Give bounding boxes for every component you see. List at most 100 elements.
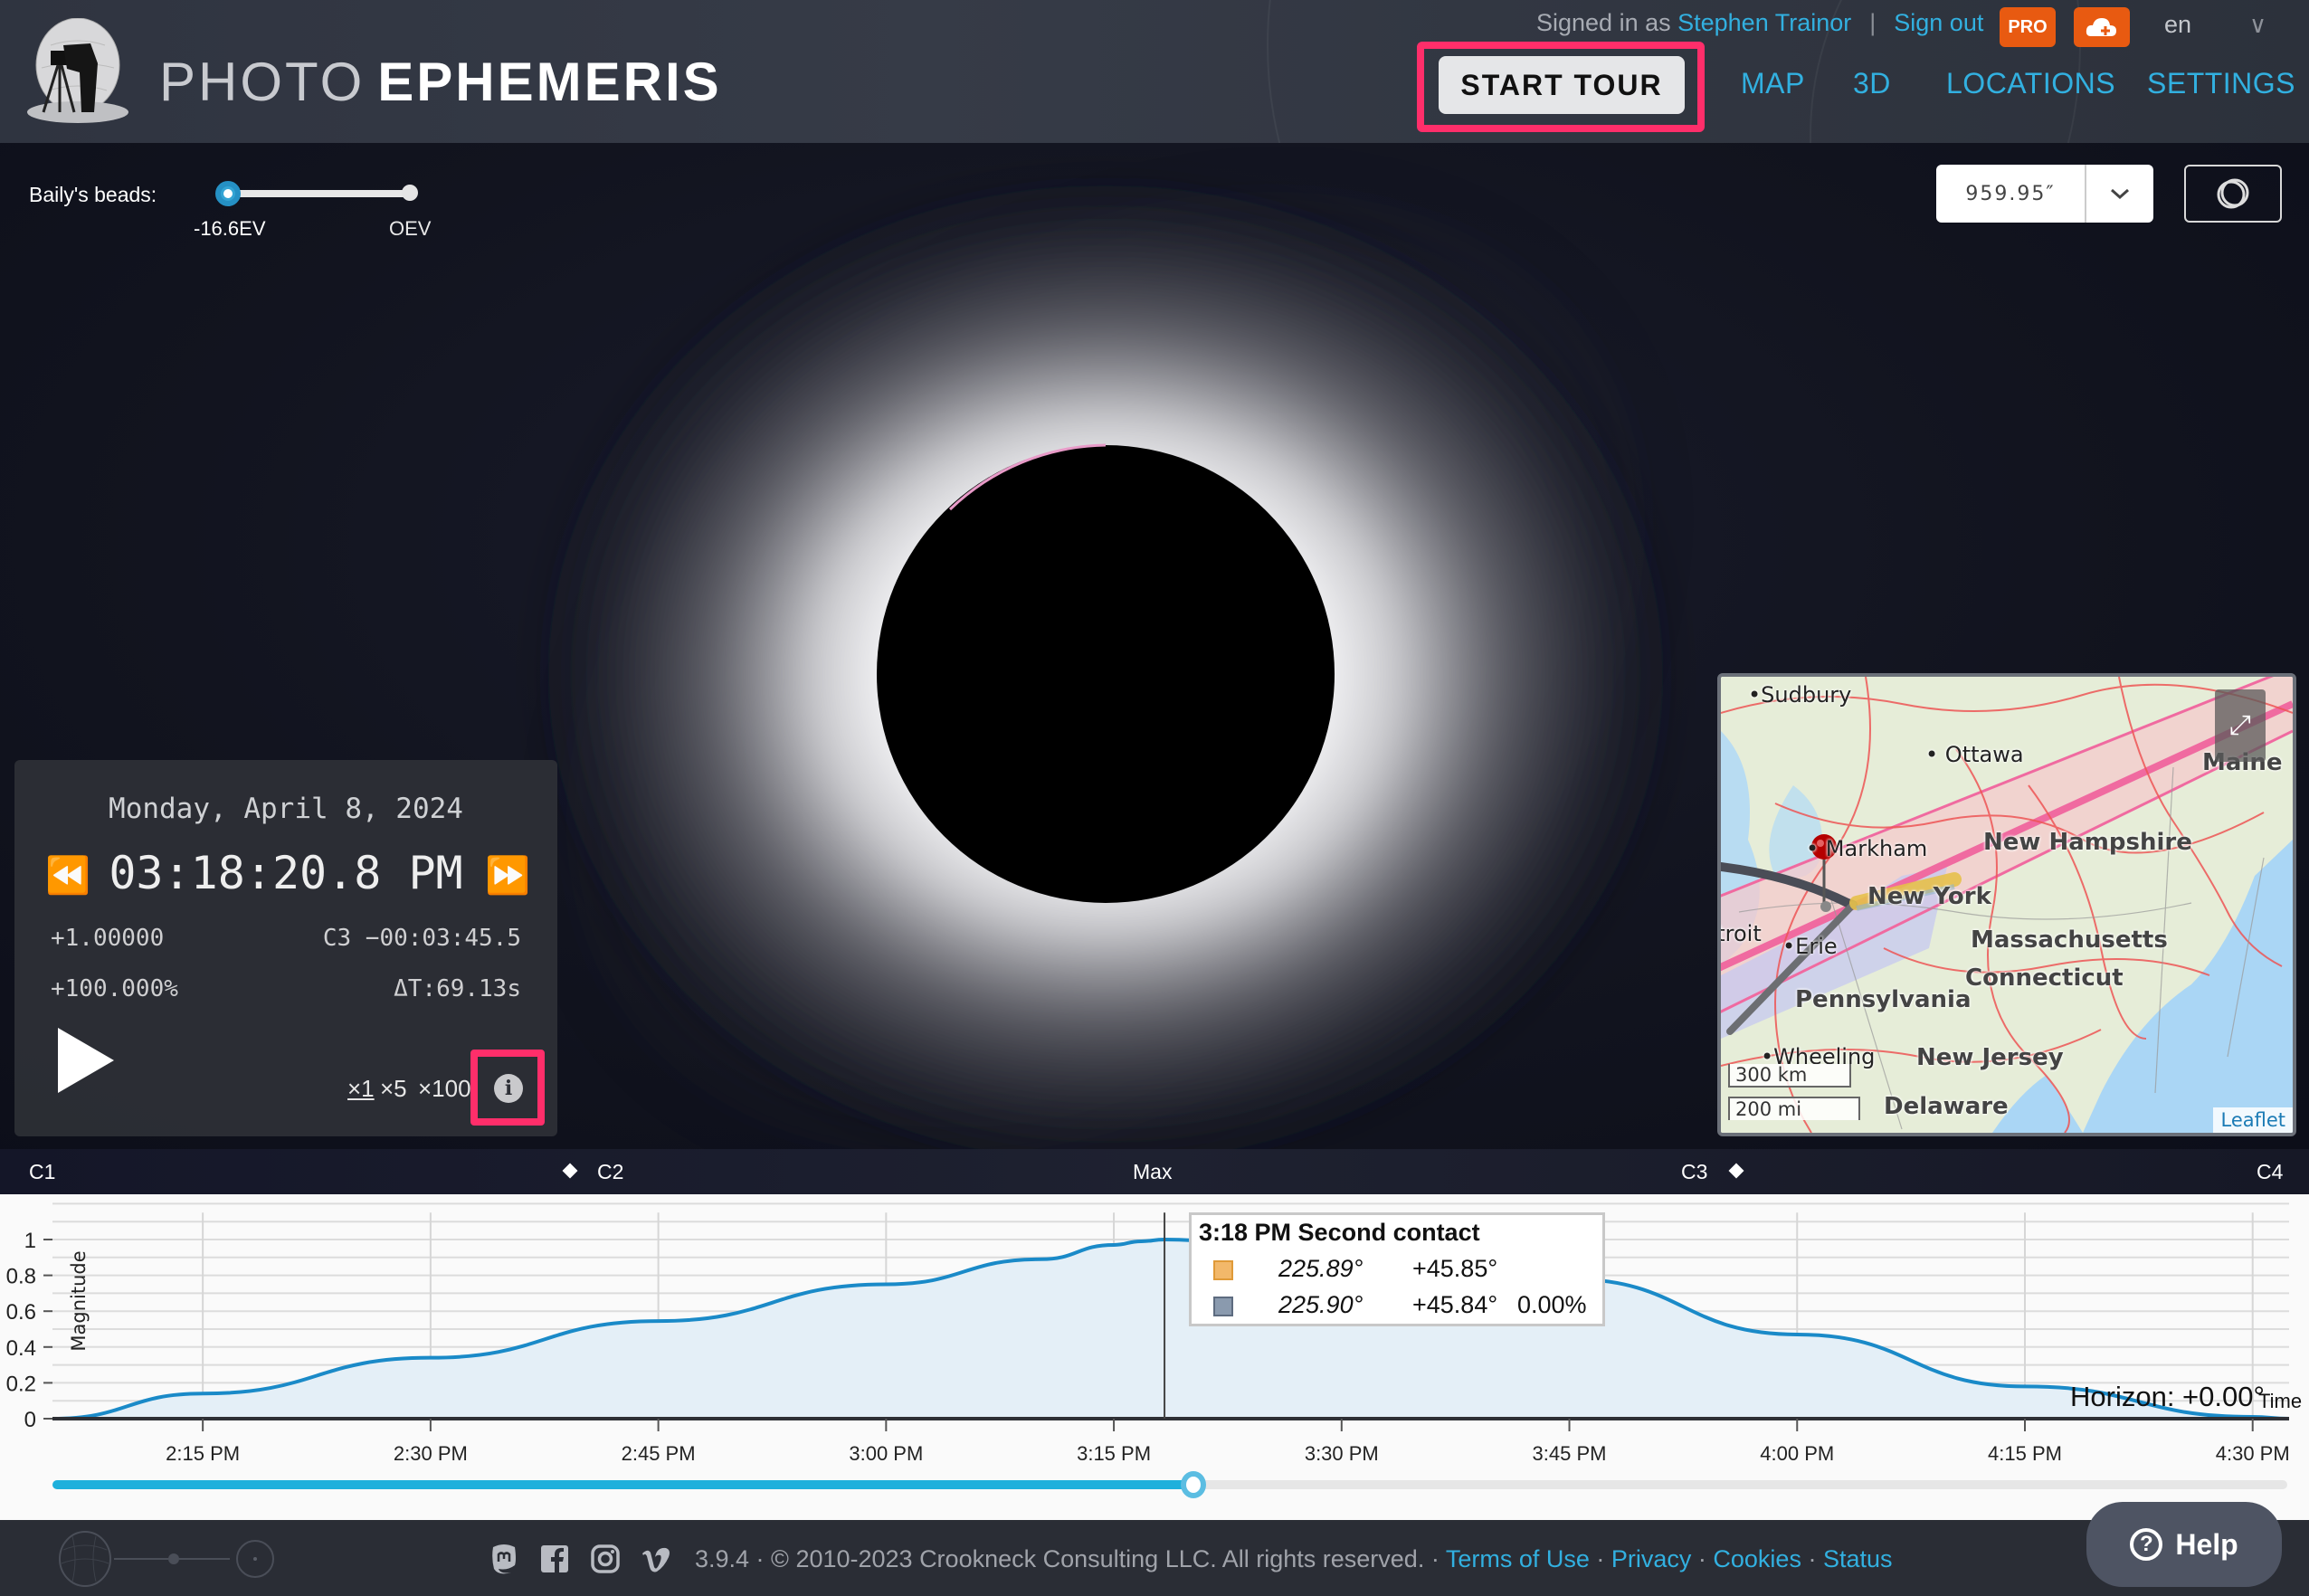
nav-map[interactable]: MAP (1741, 67, 1805, 100)
contact-max[interactable]: Max (1133, 1160, 1172, 1184)
bailys-beads-min-label: -16.6EV (194, 217, 266, 240)
x-tick-label: 3:45 PM (1533, 1442, 1607, 1465)
time-display[interactable]: 03:18:20.8 PM (14, 847, 557, 899)
moon-swatch (1213, 1297, 1233, 1316)
cookies-link[interactable]: Cookies (1713, 1545, 1801, 1572)
y-tick-label: 0.6 (6, 1300, 36, 1325)
start-tour-button[interactable]: START TOUR (1439, 56, 1685, 114)
signed-in-label: Signed in as (1536, 9, 1671, 36)
expand-icon[interactable]: ⤢ (2215, 689, 2266, 762)
nav-locations[interactable]: LOCATIONS (1946, 67, 2115, 100)
cloud-sync-button[interactable] (2074, 7, 2130, 47)
sun-altitude: +45.85° (1412, 1255, 1498, 1282)
y-tick-label: 0.8 (6, 1265, 36, 1289)
sun-azimuth: 225.89° (1278, 1255, 1364, 1282)
contact-c4[interactable]: C4 (2257, 1160, 2283, 1184)
bailys-beads-max-label: OEV (389, 217, 432, 240)
footer-text: 3.9.4 · © 2010-2023 Crookneck Consulting… (695, 1545, 1893, 1572)
timeline-slider-handle[interactable] (1180, 1471, 1206, 1498)
nav-3d[interactable]: 3D (1853, 67, 1891, 100)
time-panel: Monday, April 8, 2024 ⏪ 03:18:20.8 PM ⏩ … (14, 760, 557, 1136)
instagram-icon[interactable] (590, 1544, 621, 1574)
bailys-beads-slider-end (402, 185, 418, 201)
x-tick-label: 4:00 PM (1760, 1442, 1834, 1465)
user-status: Signed in as Stephen Trainor | Sign out (1536, 9, 1983, 37)
tooltip-title: 3:18 PM Second contact (1199, 1219, 1480, 1246)
info-icon[interactable]: i (494, 1074, 523, 1103)
speed-x5[interactable]: ×5 (380, 1075, 407, 1103)
y-tick-label: 0.4 (6, 1336, 36, 1361)
contacts-bar: C1 C2 Max C3 C4 (0, 1149, 2309, 1194)
moon-altitude: +45.84° (1412, 1291, 1498, 1318)
speed-x1[interactable]: ×1 (347, 1075, 375, 1103)
mini-map[interactable]: •Sudbury • Ottawa • Markham •Erie •Wheel… (1717, 673, 2296, 1136)
chart-tooltip: 3:18 PM Second contact 225.89° +45.85° 2… (1189, 1212, 1605, 1326)
magnitude-value: +1.00000 (51, 925, 165, 952)
vimeo-icon[interactable] (641, 1544, 671, 1574)
logo-light-text: PHOTO (159, 52, 366, 112)
map-city-erie: •Erie (1782, 934, 1838, 959)
help-button[interactable]: ? Help (2086, 1502, 2282, 1587)
map-label-new-york: New York (1867, 883, 1991, 910)
separator: | (1869, 9, 1877, 36)
map-label-new-hampshire: New Hampshire (1983, 829, 2192, 856)
x-tick-label: 2:15 PM (166, 1442, 240, 1465)
speed-x100[interactable]: ×100 (418, 1075, 471, 1103)
mastodon-icon[interactable] (489, 1544, 519, 1574)
magnitude-chart[interactable]: 0 0.2 0.4 0.6 0.8 1 2:15 PM 2:30 PM 2:45 PM 3:00… (0, 1194, 2309, 1520)
leaflet-attribution-link[interactable]: Leaflet (2213, 1107, 2293, 1133)
map-label-pennsylvania: Pennsylvania (1795, 986, 1972, 1013)
language-select[interactable]: en (2164, 11, 2191, 39)
chevron-down-icon[interactable] (2086, 165, 2153, 223)
contact-countdown: C3 −00:03:45.5 (322, 925, 521, 952)
privacy-link[interactable]: Privacy (1611, 1545, 1692, 1572)
cloud-plus-icon (2086, 18, 2116, 36)
horizon-annotation: Horizon: +0.00° (2070, 1381, 2265, 1412)
x-tick-label: 2:45 PM (622, 1442, 696, 1465)
y-axis-label: Magnitude (68, 1250, 90, 1351)
help-label: Help (2175, 1527, 2238, 1561)
scale-km: 300 km (1728, 1064, 1851, 1088)
x-axis-ticks: 2:15 PM 2:30 PM 2:45 PM 3:00 PM 3:15 PM 3:30 … (166, 1419, 2290, 1465)
y-tick-label: 0.2 (6, 1372, 36, 1396)
logo-icon[interactable] (24, 18, 132, 125)
map-city-detroit: Detroit (1717, 921, 1762, 946)
status-link[interactable]: Status (1823, 1545, 1893, 1572)
scale-mi: 200 mi (1728, 1097, 1860, 1120)
overlay-rings-button[interactable] (2184, 165, 2282, 223)
bailys-beads-slider-track[interactable] (228, 190, 411, 197)
map-city-sudbury: •Sudbury (1748, 682, 1852, 708)
facebook-icon[interactable] (539, 1544, 570, 1574)
pro-badge[interactable]: PRO (2000, 7, 2056, 47)
map-label-new-jersey: New Jersey (1916, 1044, 2064, 1071)
chevron-down-icon[interactable]: ∨ (2249, 11, 2266, 39)
contact-c1[interactable]: C1 (29, 1160, 55, 1184)
moon-diameter-select[interactable]: 959.95″ (1936, 165, 2153, 223)
bailys-beads-slider-handle[interactable] (215, 181, 241, 206)
solar-system-decoration-icon (59, 1531, 274, 1587)
y-axis-ticks: 0 0.2 0.4 0.6 0.8 1 (6, 1229, 52, 1432)
user-name-link[interactable]: Stephen Trainor (1677, 9, 1851, 37)
magnitude-chart-svg[interactable]: 0 0.2 0.4 0.6 0.8 1 2:15 PM 2:30 PM 2:45 PM 3:00… (0, 1194, 2309, 1520)
rings-icon (2217, 178, 2249, 209)
contact-c3[interactable]: C3 (1681, 1160, 1707, 1184)
timeline-slider-fill (52, 1480, 1193, 1489)
footer: 3.9.4 · © 2010-2023 Crookneck Consulting… (0, 1520, 2309, 1596)
x-tick-label: 4:15 PM (1988, 1442, 2062, 1465)
x-tick-label: 3:00 PM (849, 1442, 923, 1465)
delta-t-value: ΔT:69.13s (394, 975, 521, 1002)
date-display[interactable]: Monday, April 8, 2024 (14, 793, 557, 825)
sign-out-link[interactable]: Sign out (1894, 9, 1983, 37)
map-label-connecticut: Connecticut (1965, 964, 2124, 992)
obscuration-value: +100.000% (51, 975, 178, 1002)
moon-illumination: 0.00% (1517, 1291, 1587, 1318)
fast-forward-icon[interactable]: ⏩ (485, 854, 530, 897)
diamond-icon (562, 1163, 578, 1179)
app-header: PHOTO EPHEMERIS Signed in as Stephen Trai… (0, 0, 2309, 143)
terms-link[interactable]: Terms of Use (1446, 1545, 1590, 1572)
play-button[interactable] (58, 1028, 114, 1093)
contact-c2[interactable]: C2 (597, 1160, 623, 1184)
logo-bold-text: EPHEMERIS (377, 52, 722, 112)
nav-settings[interactable]: SETTINGS (2147, 67, 2295, 100)
x-tick-label: 4:30 PM (2216, 1442, 2290, 1465)
